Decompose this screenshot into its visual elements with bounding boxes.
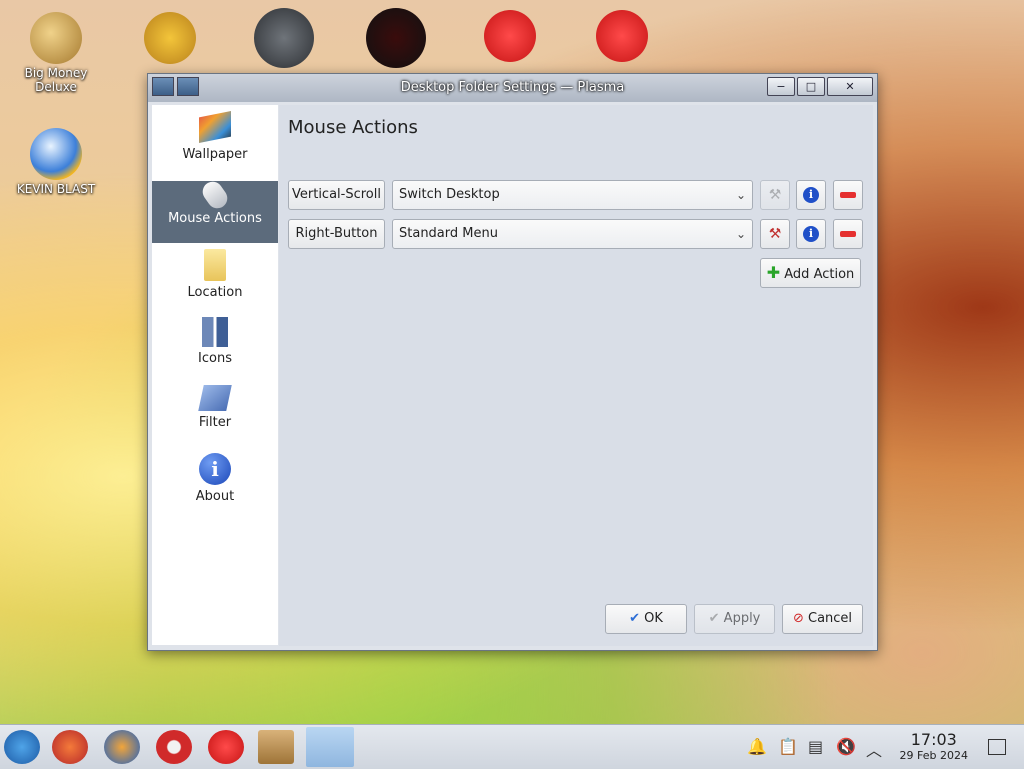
sidebar-item-label: Mouse Actions (168, 211, 262, 226)
title-bar-right-buttons: − □ ✕ (767, 77, 873, 96)
money-bag-icon (30, 12, 82, 64)
desktop-icon-fuzzy-1[interactable] (462, 10, 558, 64)
remove-icon (840, 192, 856, 198)
desktop-icon-kevin-blast[interactable]: KEVIN BLAST (8, 128, 104, 196)
taskbar-app-p2[interactable] (104, 730, 140, 764)
digital-clock[interactable]: 17:03 29 Feb 2024 (900, 730, 968, 762)
taskbar-app-fuzzy[interactable] (208, 730, 244, 764)
configure-tools-icon: ⚒ (768, 187, 782, 203)
fuzzy-creature-icon (484, 10, 536, 62)
about-button-right-button[interactable]: i (796, 219, 826, 249)
taskbar-app-p1[interactable] (52, 730, 88, 764)
sidebar-item-wallpaper[interactable]: Wallpaper (152, 111, 278, 173)
gear-icon (144, 12, 196, 64)
taskbar-app-settings-active[interactable] (306, 727, 354, 767)
desktop-icon-big-money[interactable]: Big Money Deluxe (8, 12, 104, 94)
sidebar-item-filter[interactable]: Filter (152, 385, 278, 447)
sidebar-item-label: Icons (198, 351, 232, 366)
ok-label: OK (644, 611, 663, 626)
desktop-icon-label: Big Money Deluxe (24, 66, 88, 94)
taskbar: 🔔 📋 ▤ 🔇 ︿ 17:03 29 Feb 2024 (0, 724, 1024, 769)
chevron-down-icon: ⌄ (735, 227, 746, 241)
clock-date: 29 Feb 2024 (899, 749, 968, 762)
desktop-icon-label: KEVIN BLAST (16, 182, 96, 196)
cancel-button[interactable]: ⊘ Cancel (782, 604, 863, 634)
title-bar[interactable]: Desktop Folder Settings — Plasma − □ ✕ (148, 74, 877, 102)
check-icon: ✔ (708, 611, 720, 626)
chevron-down-icon: ⌄ (735, 188, 746, 202)
add-icon: ✚ (766, 263, 781, 282)
maximize-button[interactable]: □ (797, 77, 825, 96)
close-button[interactable]: ✕ (827, 77, 873, 96)
remove-icon (840, 231, 856, 237)
apply-label: Apply (723, 611, 761, 626)
sidebar-item-label: About (195, 489, 235, 504)
show-desktop-icon[interactable] (988, 739, 1006, 755)
cancel-label: Cancel (808, 611, 853, 626)
mouse-actions-panel: Mouse Actions Vertical-Scroll Switch Des… (279, 105, 873, 646)
plugin-select-value: Standard Menu (399, 226, 498, 241)
disc-icon (366, 8, 426, 68)
volume-muted-icon[interactable]: 🔇 (836, 737, 856, 756)
icons-icon (202, 317, 228, 347)
desktop-icon-gear[interactable] (122, 12, 218, 66)
configure-tools-icon: ⚒ (768, 226, 782, 242)
about-button-vertical-scroll[interactable]: i (796, 180, 826, 210)
sidebar-item-location[interactable]: Location (152, 249, 278, 311)
sidebar-item-label: Filter (198, 415, 232, 430)
info-icon: i (803, 187, 819, 203)
sidebar-item-label: Location (187, 285, 243, 300)
plugin-select-right-button[interactable]: Standard Menu ⌄ (392, 219, 753, 249)
desktop-icon-fuzzy-2[interactable] (574, 10, 670, 64)
configure-button-vertical-scroll[interactable]: ⚒ (760, 180, 790, 210)
fuzzy-creature-icon (596, 10, 648, 62)
remove-button-right-button[interactable] (833, 219, 863, 249)
tray-expand-icon[interactable]: ︿ (866, 737, 882, 761)
ok-button[interactable]: ✔ OK (605, 604, 687, 634)
remove-button-vertical-scroll[interactable] (833, 180, 863, 210)
minimize-button[interactable]: − (767, 77, 795, 96)
trigger-button-right-button[interactable]: Right-Button (288, 219, 385, 249)
sidebar-item-mouse-actions[interactable]: Mouse Actions (152, 177, 278, 243)
gauge-icon (254, 8, 314, 68)
folder-icon (204, 249, 226, 281)
clipboard-icon[interactable]: 📋 (778, 737, 798, 756)
sidebar: Wallpaper Mouse Actions Location Icons F… (152, 105, 278, 645)
wallpaper-icon (199, 111, 231, 143)
info-icon: i (199, 453, 231, 485)
notifications-icon[interactable]: 🔔 (747, 737, 767, 756)
storage-icon[interactable]: ▤ (808, 737, 823, 756)
add-action-label: Add Action (784, 267, 855, 282)
taskbar-app-package[interactable] (258, 730, 294, 764)
clock-time: 17:03 (910, 730, 957, 749)
configure-button-right-button[interactable]: ⚒ (760, 219, 790, 249)
desktop-icon-gauge[interactable] (236, 8, 332, 70)
settings-dialog: Desktop Folder Settings — Plasma − □ ✕ W… (147, 73, 878, 651)
filter-icon (198, 385, 232, 411)
sidebar-item-icons[interactable]: Icons (152, 317, 278, 379)
apply-button[interactable]: ✔ Apply (694, 604, 775, 634)
cancel-icon: ⊘ (792, 611, 804, 626)
taskbar-app-radiation[interactable] (156, 730, 192, 764)
start-menu-button[interactable] (4, 730, 40, 764)
add-action-button[interactable]: ✚ Add Action (760, 258, 861, 288)
trigger-button-vertical-scroll[interactable]: Vertical-Scroll (288, 180, 385, 210)
sidebar-item-about[interactable]: i About (152, 453, 278, 515)
sidebar-item-label: Wallpaper (182, 147, 248, 162)
info-icon: i (803, 226, 819, 242)
mouse-icon (198, 177, 232, 213)
desktop-icon-red-disc[interactable] (348, 8, 444, 70)
plugin-select-value: Switch Desktop (399, 187, 500, 202)
globe-icon (30, 128, 82, 180)
plugin-select-vertical-scroll[interactable]: Switch Desktop ⌄ (392, 180, 753, 210)
check-icon: ✔ (629, 611, 640, 626)
page-title: Mouse Actions (288, 117, 418, 138)
